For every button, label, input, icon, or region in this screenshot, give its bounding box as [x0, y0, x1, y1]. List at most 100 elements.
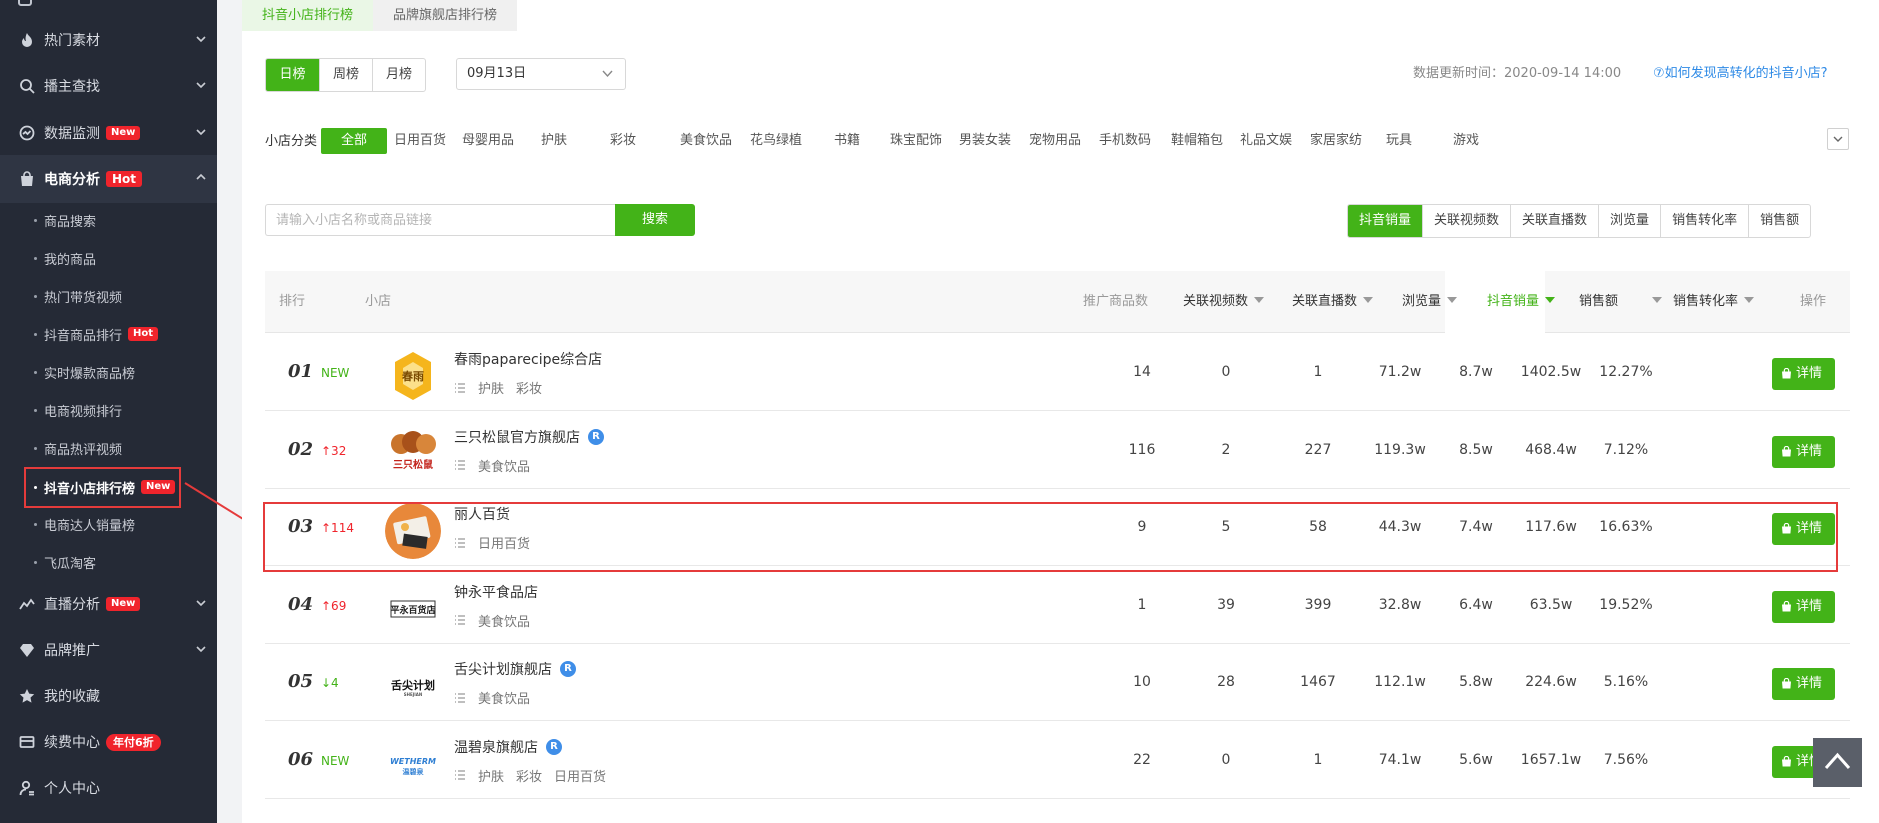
col-sales[interactable]: 抖音销量: [1487, 271, 1556, 333]
date-value: 09月13日: [467, 66, 527, 81]
tab-shop-ranking[interactable]: 抖音小店排行榜: [242, 0, 374, 31]
help-link[interactable]: ⑦如何发现高转化的抖音小店?: [1653, 62, 1828, 81]
sort-arrow-icon: [1254, 297, 1265, 303]
sidebar-item-creator-search[interactable]: 播主查找: [0, 63, 217, 109]
tab-daily[interactable]: 日榜: [266, 59, 319, 91]
back-to-top-button[interactable]: [1813, 738, 1862, 787]
category-item[interactable]: 护肤: [532, 128, 576, 154]
bag-icon: [1782, 600, 1791, 611]
col-action: 操作: [1800, 294, 1827, 309]
sidebar-item-ecommerce[interactable]: 电商分析 Hot: [0, 155, 217, 203]
sort-arrow-icon: [1545, 297, 1556, 303]
col-revenue[interactable]: 销售额: [1579, 271, 1663, 333]
shop-name[interactable]: 温碧泉旗舰店 R: [454, 737, 562, 757]
sidebar: 热门素材 播主查找 数据监测 New 电商分析 Hot 商品搜索 我的商品 热门…: [0, 0, 217, 823]
search-button[interactable]: 搜索: [615, 204, 695, 236]
search-input[interactable]: [265, 204, 615, 236]
shop-logo[interactable]: 三只松鼠: [385, 425, 441, 482]
bullet-icon: [34, 446, 37, 450]
category-item[interactable]: 书籍: [825, 128, 869, 154]
sidebar-item-live-analytics[interactable]: 直播分析 New: [0, 581, 217, 627]
svg-text:SHEJIAN: SHEJIAN: [404, 692, 422, 697]
shop-name[interactable]: 春雨paparecipe综合店: [454, 349, 602, 369]
star-icon: [18, 687, 36, 705]
cell-lives: 1: [1313, 364, 1323, 380]
tab-weekly[interactable]: 周榜: [319, 59, 372, 91]
submenu-item-realtime-hits[interactable]: 实时爆款商品榜: [0, 353, 217, 391]
cell-videos: 2: [1221, 441, 1231, 458]
submenu-item-product-ranking[interactable]: 抖音商品排行 Hot: [0, 315, 217, 353]
detail-button[interactable]: 详情: [1772, 590, 1835, 623]
col-views[interactable]: 浏览量: [1402, 271, 1458, 333]
category-item[interactable]: 礼品文娱: [1234, 128, 1298, 154]
new-badge: New: [106, 126, 141, 140]
col-lives[interactable]: 关联直播数: [1292, 271, 1374, 333]
rank-number: 01: [288, 361, 314, 382]
category-label: 小店分类: [265, 134, 318, 149]
svg-text:平永百货店: 平永百货店: [390, 604, 435, 616]
submenu-item-my-products[interactable]: 我的商品: [0, 239, 217, 277]
sidebar-item-hot-materials[interactable]: 热门素材: [0, 17, 217, 63]
category-item[interactable]: 玩具: [1377, 128, 1421, 154]
sort-lives-button[interactable]: 关联直播数: [1510, 205, 1598, 237]
sidebar-item-label: 直播分析: [44, 597, 100, 613]
category-item[interactable]: 日用百货: [388, 128, 452, 154]
cell-videos: 0: [1221, 364, 1231, 380]
sort-videos-button[interactable]: 关联视频数: [1422, 205, 1510, 237]
verified-icon: R: [560, 661, 576, 677]
detail-button[interactable]: 详情: [1772, 358, 1835, 390]
category-item[interactable]: 母婴用品: [456, 128, 520, 154]
monitor-icon: [18, 124, 36, 142]
rank-change: ↓4: [321, 676, 339, 690]
category-item[interactable]: 鞋帽箱包: [1165, 128, 1229, 154]
col-label: 关联直播数: [1292, 294, 1358, 309]
sidebar-item-profile[interactable]: 个人中心: [0, 765, 217, 811]
shop-logo[interactable]: 春雨: [385, 348, 441, 404]
cell-lives: 1: [1313, 751, 1323, 768]
submenu-item-taoke[interactable]: 飞瓜淘客: [0, 543, 217, 581]
category-expand-button[interactable]: [1827, 128, 1849, 150]
shop-name[interactable]: 三只松鼠官方旗舰店 R: [454, 427, 604, 447]
shop-name[interactable]: 舌尖计划旗舰店 R: [454, 659, 576, 679]
sidebar-item-renewal[interactable]: 续费中心 年付6折: [0, 719, 217, 765]
shop-name-text: 温碧泉旗舰店: [454, 739, 538, 756]
category-item[interactable]: 花鸟绿植: [744, 128, 808, 154]
sidebar-item-data-monitor[interactable]: 数据监测 New: [0, 110, 217, 156]
category-item[interactable]: 手机数码: [1093, 128, 1157, 154]
shop-name[interactable]: 钟永平食品店: [454, 582, 538, 602]
sort-revenue-button[interactable]: 销售额: [1748, 205, 1810, 237]
tab-brand-store-ranking[interactable]: 品牌旗舰店排行榜: [373, 0, 518, 31]
submenu-item-product-search[interactable]: 商品搜索: [0, 201, 217, 239]
tab-monthly[interactable]: 月榜: [372, 59, 425, 91]
col-videos[interactable]: 关联视频数: [1183, 271, 1265, 333]
category-item[interactable]: 彩妆: [601, 128, 645, 154]
shop-logo[interactable]: 舌尖计划 SHEJIAN: [385, 658, 441, 714]
category-item[interactable]: 家居家纺: [1304, 128, 1368, 154]
sidebar-item-favorites[interactable]: 我的收藏: [0, 673, 217, 719]
sort-sales-button[interactable]: 抖音销量: [1348, 205, 1423, 237]
submenu-item-hot-comments[interactable]: 商品热评视频: [0, 429, 217, 467]
detail-button[interactable]: 详情: [1772, 435, 1835, 468]
list-icon: [455, 615, 465, 625]
sort-arrow-icon: [1652, 297, 1663, 303]
sort-conversion-button[interactable]: 销售转化率: [1660, 205, 1748, 237]
submenu-item-hot-videos[interactable]: 热门带货视频: [0, 277, 217, 315]
category-item[interactable]: 男装女装: [953, 128, 1017, 154]
svg-text:舌尖计划: 舌尖计划: [391, 678, 435, 692]
submenu-label: 电商达人销量榜: [44, 518, 136, 534]
sidebar-item-brand-promo[interactable]: 品牌推广: [0, 627, 217, 673]
detail-button[interactable]: 详情: [1772, 668, 1835, 700]
submenu-item-video-ranking[interactable]: 电商视频排行: [0, 391, 217, 429]
cell-conversion: 7.12%: [1603, 441, 1649, 458]
category-item[interactable]: 珠宝配饰: [884, 128, 948, 154]
highlight-box: [24, 467, 181, 508]
shop-logo[interactable]: 平永百货店: [385, 580, 441, 637]
sort-views-button[interactable]: 浏览量: [1598, 205, 1660, 237]
category-item[interactable]: 游戏: [1444, 128, 1488, 154]
date-select[interactable]: 09月13日: [456, 58, 626, 90]
category-item[interactable]: 宠物用品: [1023, 128, 1087, 154]
shop-logo[interactable]: WETHERM 温碧泉: [385, 735, 441, 792]
category-item[interactable]: 全部: [321, 128, 387, 154]
col-conversion[interactable]: 销售转化率: [1673, 271, 1755, 333]
category-item[interactable]: 美食饮品: [674, 128, 738, 154]
